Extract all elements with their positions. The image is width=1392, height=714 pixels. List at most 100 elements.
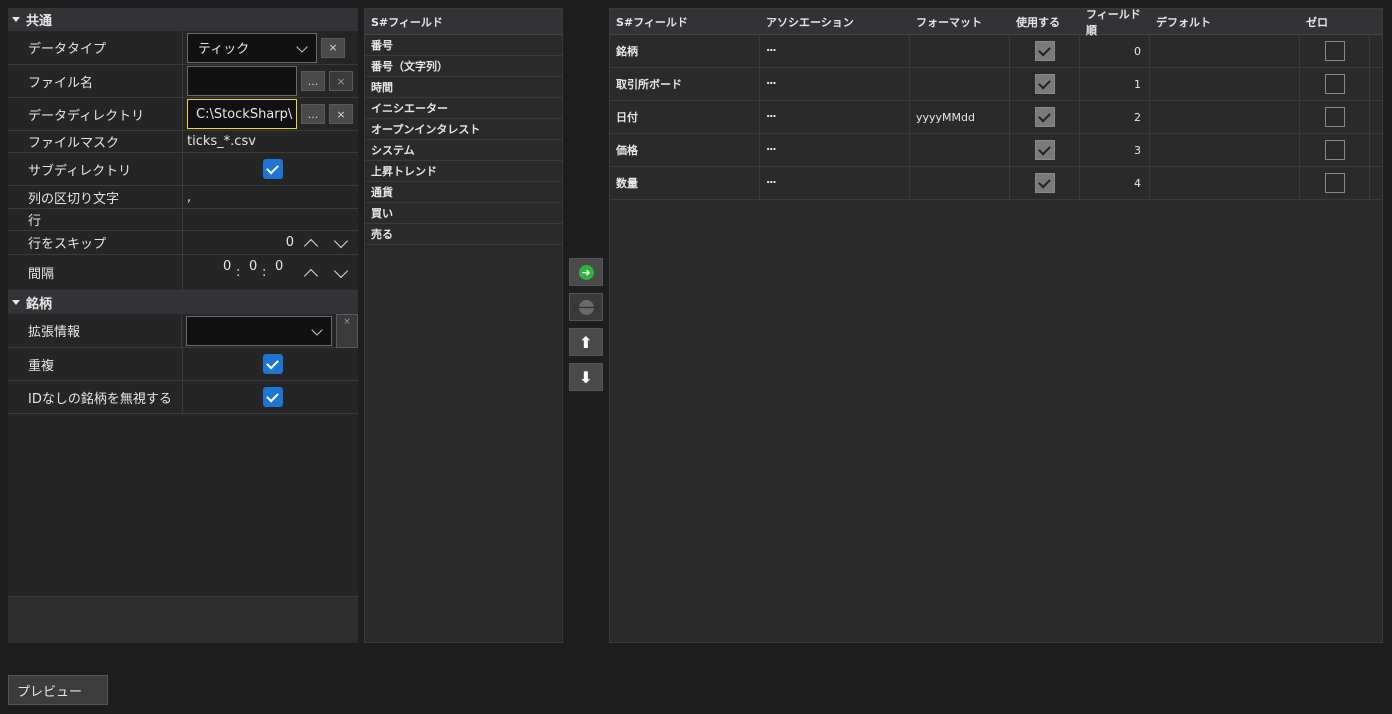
preview-button[interactable]: プレビュー xyxy=(8,675,108,705)
cell-association[interactable]: ... xyxy=(760,167,910,199)
cell-format[interactable] xyxy=(910,134,1010,166)
list-item[interactable]: イニシエーター xyxy=(365,98,562,119)
zero-checkbox[interactable] xyxy=(1324,140,1345,160)
property-grid: 共通 データタイプ ティック × ファイル名 ... × データディレクトリ C… xyxy=(8,8,358,643)
cell-association[interactable]: ... xyxy=(760,134,910,166)
interval-minutes[interactable]: 0 xyxy=(249,259,257,274)
available-fields-header[interactable]: S#フィールド xyxy=(365,9,562,35)
row-interval: 間隔 0 : 0 : 0 xyxy=(8,255,358,291)
cell-format[interactable]: yyyyMMdd xyxy=(910,101,1010,133)
chevron-up-icon[interactable] xyxy=(303,268,319,284)
cell-order[interactable]: 0 xyxy=(1080,35,1150,67)
row-file-name: ファイル名 ... × xyxy=(8,65,358,98)
zero-checkbox[interactable] xyxy=(1324,74,1345,94)
cell-default[interactable] xyxy=(1150,35,1300,67)
cell-association[interactable]: ... xyxy=(760,35,910,67)
list-item[interactable]: オープンインタレスト xyxy=(365,119,562,140)
list-item[interactable]: 買い xyxy=(365,203,562,224)
collapse-triangle-icon[interactable] xyxy=(12,300,20,305)
list-item[interactable]: システム xyxy=(365,140,562,161)
file-name-clear-button[interactable]: × xyxy=(329,71,353,91)
label-skip: 行をスキップ xyxy=(8,231,183,254)
col-sep-value[interactable]: , xyxy=(183,186,358,208)
list-item[interactable]: 時間 xyxy=(365,77,562,98)
data-dir-browse-button[interactable]: ... xyxy=(301,104,325,124)
header-format[interactable]: フォーマット xyxy=(910,9,1010,34)
ext-info-combo[interactable] xyxy=(186,315,332,346)
header-zero[interactable]: ゼロ xyxy=(1300,9,1370,34)
list-item[interactable]: 売る xyxy=(365,224,562,245)
file-name-input[interactable] xyxy=(187,66,297,96)
file-name-browse-button[interactable]: ... xyxy=(301,71,325,91)
use-checkbox[interactable] xyxy=(1034,41,1055,61)
label-data-dir: データディレクトリ xyxy=(8,98,183,130)
move-up-button[interactable]: ⬆ xyxy=(569,328,603,356)
ext-info-clear-button[interactable]: × xyxy=(336,313,358,348)
cell-default[interactable] xyxy=(1150,167,1300,199)
header-default[interactable]: デフォルト xyxy=(1150,9,1300,34)
list-item[interactable]: 番号 xyxy=(365,35,562,56)
data-dir-clear-button[interactable]: × xyxy=(329,104,353,124)
use-checkbox[interactable] xyxy=(1034,173,1055,193)
dup-checkbox[interactable] xyxy=(262,354,283,374)
category-security[interactable]: 銘柄 xyxy=(8,291,358,314)
cell-association[interactable]: ... xyxy=(760,68,910,100)
interval-hours[interactable]: 0 xyxy=(223,259,231,274)
table-header: S#フィールド アソシエーション フォーマット 使用する フィールド順 デフォル… xyxy=(610,8,1382,37)
table-row[interactable]: 取引所ボード ... 1 xyxy=(610,68,1382,101)
table-row[interactable]: 銘柄 ... 0 xyxy=(610,35,1382,68)
file-mask-value[interactable]: ticks_*.csv xyxy=(183,131,358,152)
zero-checkbox[interactable] xyxy=(1324,107,1345,127)
label-line: 行 xyxy=(8,209,183,230)
cell-default[interactable] xyxy=(1150,68,1300,100)
list-item[interactable]: 番号（文字列） xyxy=(365,56,562,77)
cell-order[interactable]: 1 xyxy=(1080,68,1150,100)
list-item[interactable]: 上昇トレンド xyxy=(365,161,562,182)
add-field-button[interactable]: ➜ xyxy=(569,258,603,286)
category-common[interactable]: 共通 xyxy=(8,8,358,31)
header-use[interactable]: 使用する xyxy=(1010,9,1080,34)
table-row[interactable]: 価格 ... 3 xyxy=(610,134,1382,167)
label-data-type: データタイプ xyxy=(8,31,183,64)
data-dir-input[interactable]: C:\StockSharp\ xyxy=(187,99,297,129)
use-checkbox[interactable] xyxy=(1034,107,1055,127)
field-mapping-table: S#フィールド アソシエーション フォーマット 使用する フィールド順 デフォル… xyxy=(609,8,1383,643)
cell-default[interactable] xyxy=(1150,134,1300,166)
remove-field-button[interactable]: 🡐 xyxy=(569,293,603,321)
cell-order[interactable]: 3 xyxy=(1080,134,1150,166)
move-down-button[interactable]: ⬇ xyxy=(569,363,603,391)
row-ext-info: 拡張情報 × xyxy=(8,313,358,348)
skip-value[interactable]: 0 xyxy=(286,235,294,250)
subdirs-checkbox[interactable] xyxy=(262,159,283,179)
table-row[interactable]: 数量 ... 4 xyxy=(610,167,1382,200)
cell-association[interactable]: ... xyxy=(760,101,910,133)
table-row[interactable]: 日付 ... yyyyMMdd 2 xyxy=(610,101,1382,134)
cell-order[interactable]: 2 xyxy=(1080,101,1150,133)
ignore-noid-checkbox[interactable] xyxy=(262,387,283,407)
label-ignore-noid: IDなしの銘柄を無視する xyxy=(8,381,183,413)
interval-seconds[interactable]: 0 xyxy=(275,259,283,274)
header-association[interactable]: アソシエーション xyxy=(760,9,910,34)
use-checkbox[interactable] xyxy=(1034,140,1055,160)
zero-checkbox[interactable] xyxy=(1324,173,1345,193)
chevron-down-icon[interactable] xyxy=(333,233,349,249)
use-checkbox[interactable] xyxy=(1034,74,1055,94)
data-type-clear-button[interactable]: × xyxy=(321,37,345,58)
collapse-triangle-icon[interactable] xyxy=(12,17,20,22)
row-col-sep: 列の区切り文字 , xyxy=(8,186,358,209)
cell-format[interactable] xyxy=(910,68,1010,100)
header-order[interactable]: フィールド順 xyxy=(1080,8,1150,37)
line-value[interactable] xyxy=(183,209,358,230)
header-sfield[interactable]: S#フィールド xyxy=(610,9,760,34)
zero-checkbox[interactable] xyxy=(1324,41,1345,61)
cell-format[interactable] xyxy=(910,35,1010,67)
list-item[interactable]: 通貨 xyxy=(365,182,562,203)
cell-default[interactable] xyxy=(1150,101,1300,133)
row-file-mask: ファイルマスク ticks_*.csv xyxy=(8,131,358,153)
cell-order[interactable]: 4 xyxy=(1080,167,1150,199)
chevron-up-icon[interactable] xyxy=(303,238,319,254)
data-type-combo[interactable]: ティック xyxy=(187,32,317,63)
chevron-down-icon[interactable] xyxy=(333,263,349,279)
available-fields-list: S#フィールド 番号 番号（文字列） 時間 イニシエーター オープンインタレスト… xyxy=(364,8,563,643)
cell-format[interactable] xyxy=(910,167,1010,199)
